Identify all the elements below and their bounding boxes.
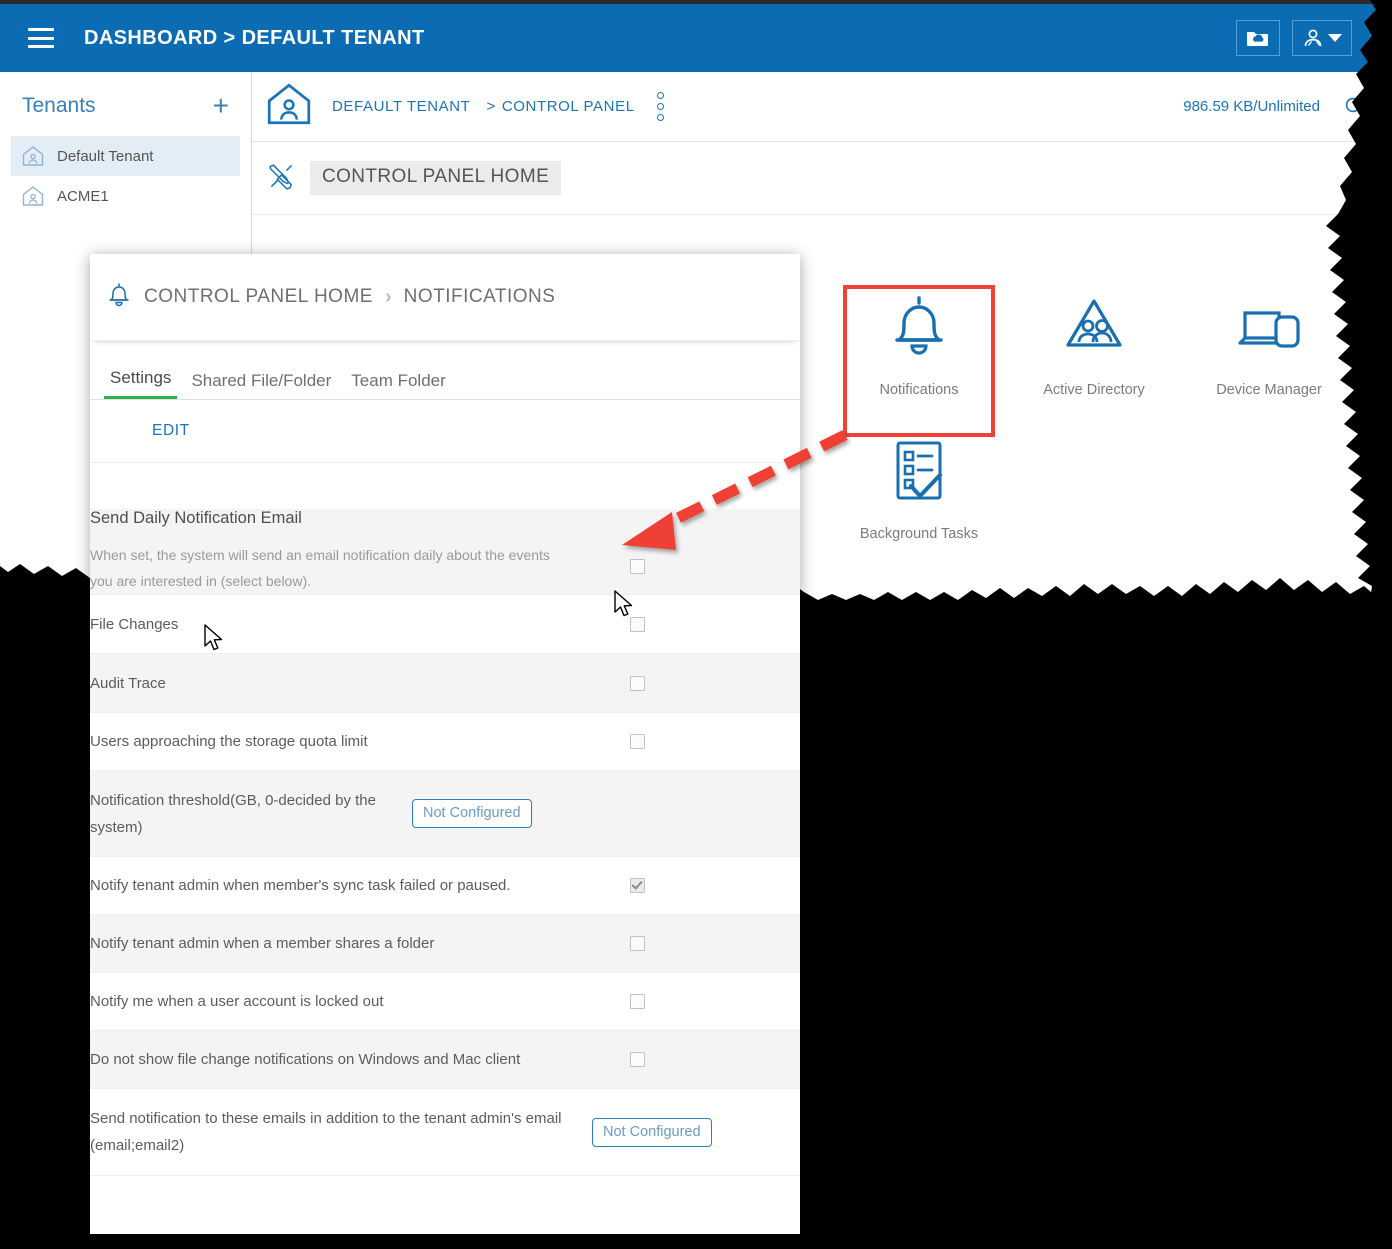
cloud-folder-icon[interactable] [1236,20,1280,56]
sidebar-title: Tenants [22,94,96,117]
control-panel-home-label: CONTROL PANEL HOME [310,161,562,195]
breadcrumb: DEFAULT TENANT > CONTROL PANEL 986.59 KB… [252,72,1392,142]
user-account-icon[interactable] [1292,20,1352,56]
row-control [614,675,800,691]
row-label: File Changes [90,615,179,633]
sidebar-item-label: ACME1 [57,187,109,205]
sync-task-failed-checkbox[interactable] [630,878,645,893]
sidebar-item-acme1[interactable]: ACME1 [11,176,240,216]
hamburger-icon[interactable] [28,28,54,48]
tab-settings[interactable]: Settings [104,368,178,399]
row-label: Notify me when a user account is locked … [90,993,384,1010]
table-row: File Changes [90,595,800,654]
tab-shared-file-folder[interactable]: Shared File/Folder [185,371,337,399]
dialog-tabs: Settings Shared File/Folder Team Folder [90,341,800,400]
row-control [614,878,800,893]
table-row: Notify me when a user account is locked … [90,973,800,1031]
sidebar-header: Tenants + [0,72,251,120]
close-icon[interactable] [1354,164,1376,191]
account-locked-out-checkbox[interactable] [630,994,645,1009]
dialog-spacer [90,463,800,509]
row-control [614,1052,800,1067]
table-row: Audit Trace [90,654,800,713]
row-control: Not Configured [400,799,582,828]
table-row: Send notification to these emails in add… [90,1089,800,1176]
tile-active-directory[interactable]: Active Directory [1019,285,1169,398]
dialog-breadcrumb-item-notifications: NOTIFICATIONS [403,286,556,307]
sidebar-item-default-tenant[interactable]: Default Tenant [11,136,240,176]
add-tenant-button[interactable]: + [213,92,229,120]
table-row: Notify tenant admin when member's sync t… [90,857,800,915]
notifications-dialog: CONTROL PANEL HOME › NOTIFICATIONS Setti… [90,254,800,1234]
tile-label: Notifications [879,382,959,398]
row-label: Notification threshold(GB, 0-decided by … [90,791,376,836]
device-manager-icon [1238,311,1300,348]
page-title: DASHBOARD > DEFAULT TENANT [84,26,425,49]
tenant-home-icon [264,79,314,134]
audit-trace-checkbox[interactable] [630,675,645,691]
send-daily-notification-email-block: Send Daily Notification Email When set, … [90,509,614,594]
breadcrumb-separator: › [384,285,392,308]
tenant-home-icon [21,184,45,208]
screenshot-root: DASHBOARD > DEFAULT TENANT Tenants + Def… [0,0,1392,1249]
bell-icon [106,280,132,315]
row-label: Notify tenant admin when member's sync t… [90,877,511,894]
send-daily-notification-email-control [614,509,800,574]
row-label: Do not show file change notifications on… [90,1051,521,1068]
sidebar-item-label: Default Tenant [57,147,154,165]
row-label: Users approaching the storage quota limi… [90,733,368,750]
row-label: Notify tenant admin when a member shares… [90,935,435,952]
notification-threshold-not-configured-button[interactable]: Not Configured [412,799,532,828]
tab-team-folder[interactable]: Team Folder [345,371,451,399]
search-icon[interactable] [1344,96,1366,123]
row-control [614,936,800,951]
send-daily-notification-email-row: Send Daily Notification Email When set, … [90,509,800,595]
file-changes-checkbox[interactable] [630,616,645,632]
more-vertical-icon[interactable] [656,92,664,121]
control-panel-home-header: CONTROL PANEL HOME [252,142,1392,215]
table-row: Notification threshold(GB, 0-decided by … [90,771,800,857]
table-row: Do not show file change notifications on… [90,1031,800,1089]
breadcrumb-separator: > [486,98,496,115]
send-daily-notification-email-description: When set, the system will send an email … [90,547,550,589]
row-label: Audit Trace [90,674,166,692]
active-directory-icon [1066,299,1122,347]
storage-quota-limit-checkbox[interactable] [630,734,645,749]
tile-background-tasks[interactable]: Background Tasks [844,429,994,542]
tile-label: Device Manager [1216,382,1322,398]
table-row: Users approaching the storage quota limi… [90,713,800,771]
tile-label: Background Tasks [859,526,979,542]
tenant-home-icon [21,144,45,168]
tools-icon [266,161,296,196]
tile-notifications[interactable]: Notifications [844,285,994,398]
row-control [614,734,800,749]
breadcrumb-item-tenant[interactable]: DEFAULT TENANT [332,98,470,115]
background-tasks-icon [896,441,942,500]
storage-quota-label: 986.59 KB/Unlimited [1183,98,1320,115]
dialog-breadcrumb: CONTROL PANEL HOME › NOTIFICATIONS [90,254,800,341]
hide-file-change-notifications-checkbox[interactable] [630,1052,645,1067]
member-shares-folder-checkbox[interactable] [630,936,645,951]
dialog-breadcrumb-item-home[interactable]: CONTROL PANEL HOME [144,286,373,308]
row-label: Send notification to these emails in add… [90,1110,562,1154]
tile-label: Active Directory [1043,382,1145,398]
send-daily-notification-email-title: Send Daily Notification Email [90,509,302,527]
top-bar-actions [1236,20,1352,56]
additional-emails-not-configured-button[interactable]: Not Configured [592,1117,712,1147]
chevron-down-icon[interactable] [1328,34,1342,42]
row-control [614,616,800,632]
table-row: Notify tenant admin when a member shares… [90,915,800,973]
breadcrumb-item-control-panel[interactable]: CONTROL PANEL [502,98,635,115]
edit-button[interactable]: EDIT [152,422,190,440]
row-control [614,994,800,1009]
edit-row: EDIT [90,400,800,463]
bell-icon [895,296,943,355]
tile-device-manager[interactable]: Device Manager [1194,285,1344,398]
send-daily-notification-email-checkbox[interactable] [630,559,645,574]
row-control: Not Configured [580,1117,762,1147]
top-bar: DASHBOARD > DEFAULT TENANT [0,4,1392,72]
